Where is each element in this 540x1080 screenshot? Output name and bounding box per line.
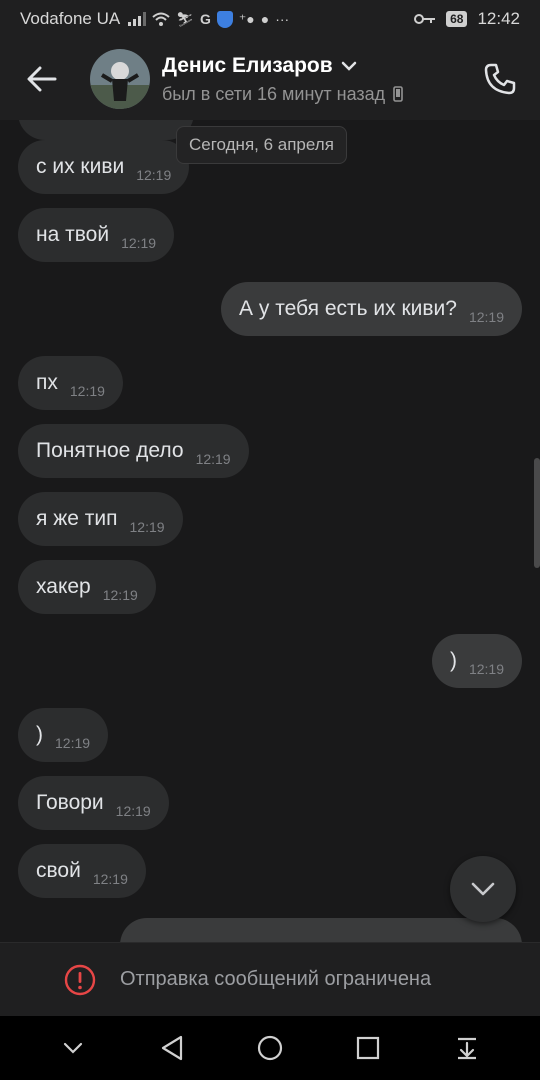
messaging-restricted-bar: Отправка сообщений ограничена [0, 942, 540, 1016]
message-bubble[interactable]: ) 12:19 [18, 708, 109, 762]
message-bubble-partial[interactable] [18, 120, 194, 140]
status-bar: Vodafone UA ⛷ G ⁺● ● ··· 68 12:42 [0, 0, 540, 38]
message-text: ) [449, 649, 457, 672]
message-text: на твой [36, 223, 110, 246]
phone-icon [484, 63, 516, 95]
message-bubble[interactable]: на твой 12:19 [18, 208, 175, 262]
chat-header: Денис Елизаров был в сети 16 минут назад [0, 38, 540, 120]
peer-info[interactable]: Денис Елизаров был в сети 16 минут назад [162, 54, 460, 105]
peer-name: Денис Елизаров [162, 53, 333, 77]
key-icon [414, 14, 436, 24]
collapse-icon [64, 1042, 83, 1054]
message-time: 12:19 [69, 383, 105, 399]
message-text: пх [36, 371, 58, 394]
back-arrow-icon [27, 66, 57, 92]
message-bubble-outgoing-partial[interactable] [120, 918, 522, 942]
collapse-button[interactable] [49, 1024, 97, 1072]
message-text: ) [36, 723, 43, 746]
date-separator: Сегодня, 6 апреля [176, 126, 347, 164]
message-text: Говори [36, 791, 104, 814]
battery-icon: 68 [446, 11, 468, 27]
message-time: 12:19 [115, 803, 151, 819]
message-list[interactable]: с их киви 12:19 Сегодня, 6 апреля на тво… [0, 120, 540, 942]
system-nav-bar [0, 1016, 540, 1080]
peer-status: был в сети 16 минут назад [162, 83, 386, 104]
scroll-down-button[interactable] [450, 856, 516, 922]
more-icon: ··· [275, 11, 290, 27]
message-text: свой [36, 859, 81, 882]
message-text: Понятное дело [36, 439, 184, 462]
mobile-device-icon [393, 86, 403, 102]
message-text: хакер [36, 575, 91, 598]
restriction-text: Отправка сообщений ограничена [120, 968, 432, 990]
message-bubble[interactable]: пх 12:19 [18, 356, 123, 410]
avatar[interactable] [90, 49, 150, 109]
nav-home-button[interactable] [246, 1024, 294, 1072]
carrier-name: Vodafone UA [20, 9, 121, 28]
message-text: с их киви [36, 155, 125, 178]
message-time: 12:19 [121, 235, 157, 251]
recents-square-icon [357, 1036, 380, 1060]
nav-recents-button[interactable] [344, 1024, 392, 1072]
message-time: 12:19 [468, 309, 504, 325]
message-time: 12:19 [92, 871, 128, 887]
chevron-down-icon [341, 61, 356, 71]
clock: 12:42 [477, 9, 520, 28]
warning-icon [64, 964, 96, 995]
signal-icon [128, 12, 147, 26]
back-button[interactable] [0, 38, 84, 120]
nav-back-button[interactable] [148, 1024, 196, 1072]
data-saver-icon: ⛷ [176, 10, 194, 27]
back-triangle-icon [161, 1035, 182, 1061]
g-icon: G [199, 11, 211, 27]
nav-notifications-button[interactable] [443, 1024, 491, 1072]
message-time: 12:19 [55, 735, 91, 751]
message-bubble[interactable]: с их киви 12:19 [18, 140, 190, 194]
message-bubble[interactable]: хакер 12:19 [18, 560, 156, 614]
message-bubble[interactable]: я же тип 12:19 [18, 492, 183, 546]
message-bubble[interactable]: Говори 12:19 [18, 776, 169, 830]
message-time: 12:19 [129, 519, 165, 535]
add-contact-icon: ⁺● [238, 10, 255, 27]
message-text: я же тип [36, 507, 118, 530]
shield-icon [216, 10, 233, 28]
message-time: 12:19 [468, 661, 504, 677]
message-bubble-outgoing[interactable]: А у тебя есть их киви? 12:19 [221, 282, 522, 336]
home-circle-icon [257, 1035, 283, 1061]
notifications-pull-icon [457, 1037, 476, 1060]
message-bubble[interactable]: Понятное дело 12:19 [18, 424, 249, 478]
message-text: А у тебя есть их киви? [239, 297, 457, 320]
scrollbar[interactable] [534, 458, 540, 568]
message-time: 12:19 [136, 167, 172, 183]
chevron-down-icon [471, 882, 495, 896]
message-bubble[interactable]: свой 12:19 [18, 844, 146, 898]
message-time: 12:19 [195, 451, 231, 467]
chat-icon: ● [260, 11, 270, 27]
message-bubble-outgoing[interactable]: ) 12:19 [431, 634, 522, 688]
call-button[interactable] [460, 38, 540, 120]
message-time: 12:19 [102, 587, 138, 603]
wifi-icon [152, 12, 170, 26]
